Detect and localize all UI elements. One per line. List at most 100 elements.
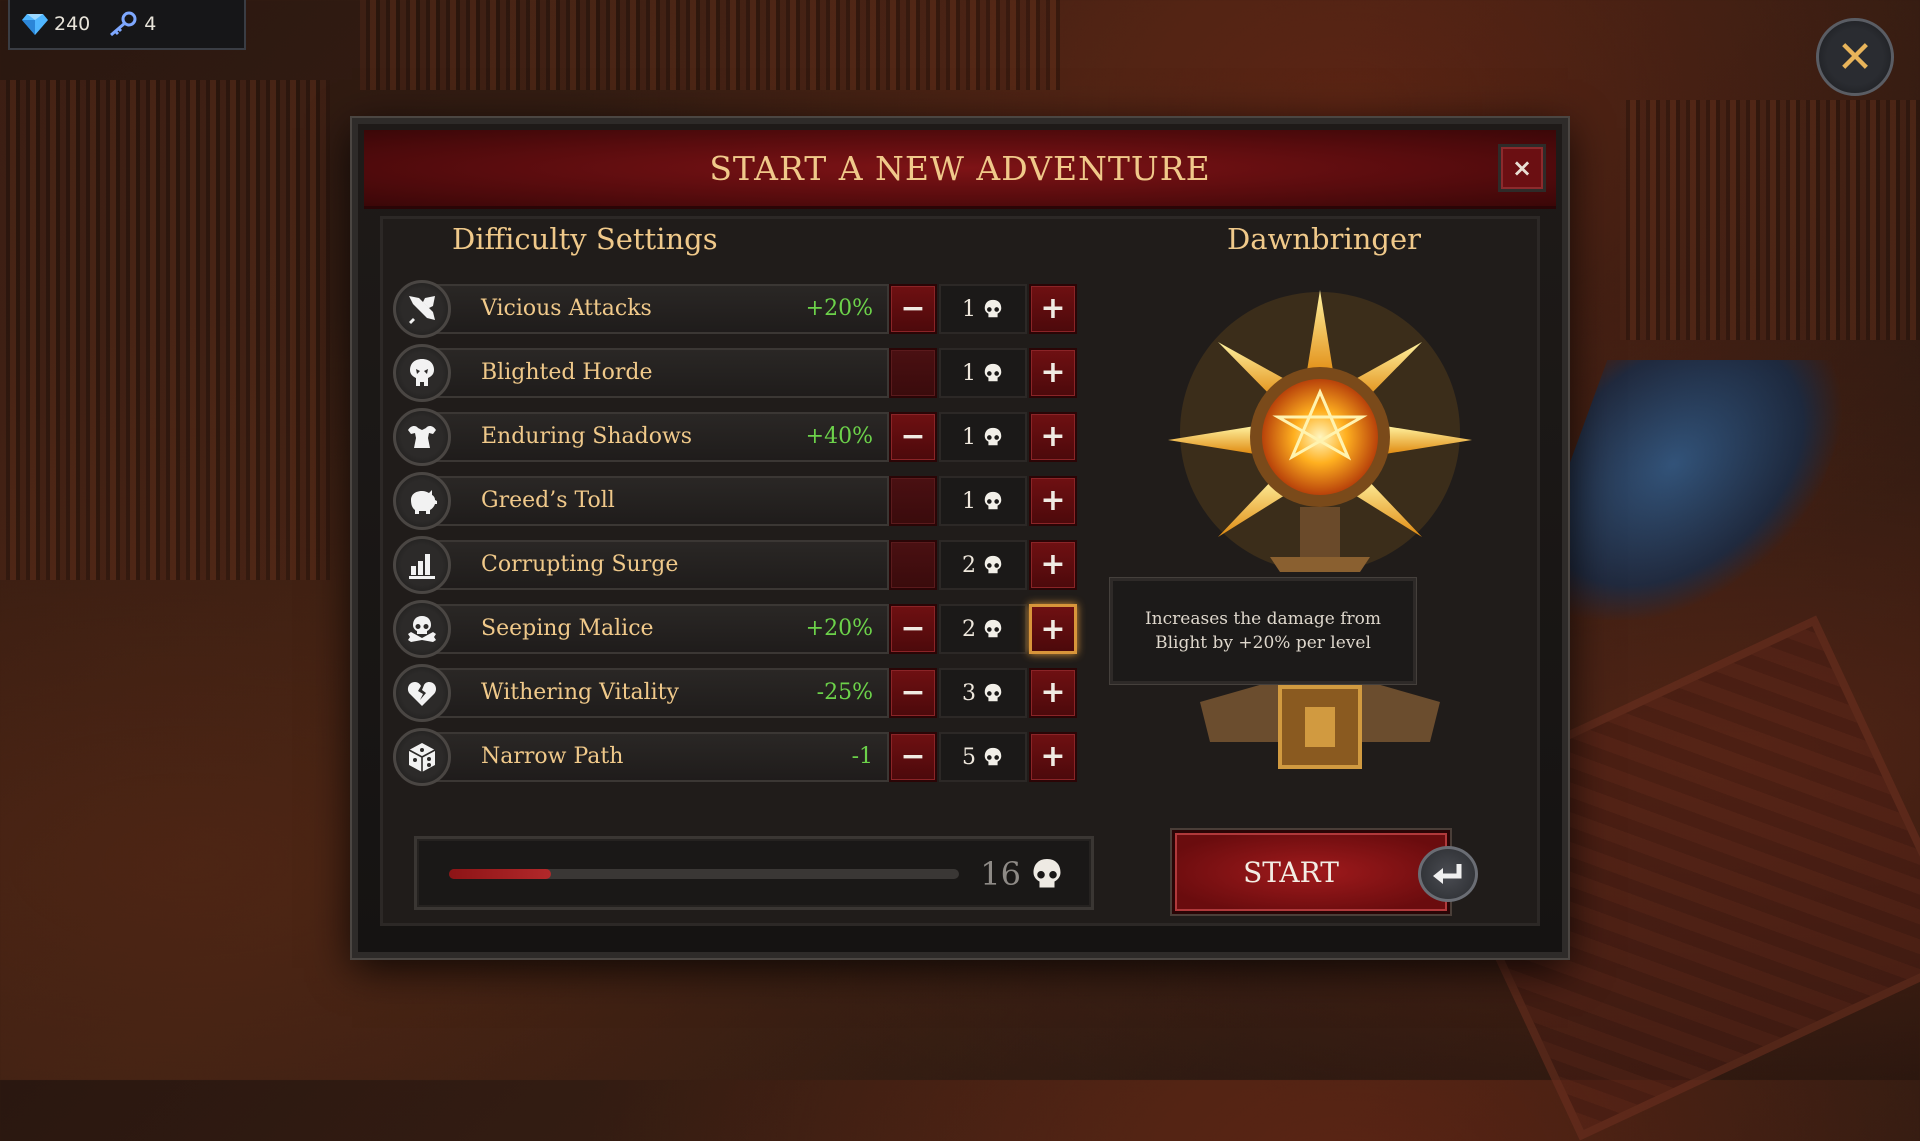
setting-value — [773, 344, 873, 402]
level-display: 2 — [939, 540, 1027, 590]
bookshelf-right — [1620, 100, 1920, 340]
setting-value: +20% — [805, 296, 873, 321]
level-display: 1 — [939, 284, 1027, 334]
level-display: 3 — [939, 668, 1027, 718]
skull-icon — [984, 747, 1002, 766]
close-icon: × — [1511, 154, 1533, 182]
skull-icon — [984, 299, 1002, 318]
dice-icon — [393, 728, 451, 786]
gem-icon — [22, 14, 48, 35]
setting-value: -1 — [851, 744, 873, 769]
level-number: 5 — [962, 744, 976, 770]
increase-button[interactable]: + — [1029, 604, 1077, 654]
setting-label: Vicious Attacks — [481, 296, 652, 321]
skull-icon — [1033, 859, 1061, 888]
increase-button[interactable]: + — [1029, 540, 1077, 590]
decrease-button[interactable]: − — [889, 668, 937, 718]
level-display: 2 — [939, 604, 1027, 654]
decrease-button[interactable]: − — [889, 284, 937, 334]
key-count: 4 — [144, 13, 157, 35]
setting-value — [773, 472, 873, 530]
bookshelf-top — [360, 0, 1060, 90]
increase-button[interactable]: + — [1029, 412, 1077, 462]
difficulty-progress-bar — [449, 869, 959, 879]
level-number: 1 — [962, 296, 976, 322]
effect-tooltip: Increases the damage from Blight by +20%… — [1110, 578, 1416, 684]
level-number: 3 — [962, 680, 976, 706]
difficulty-total-panel: 16 — [414, 836, 1094, 910]
bookshelf-left — [0, 80, 330, 580]
start-button[interactable]: START — [1172, 830, 1450, 914]
bar-chart-icon — [393, 536, 451, 594]
setting-label: Blighted Horde — [481, 360, 653, 385]
skull-icon — [984, 619, 1002, 638]
level-number: 1 — [962, 360, 976, 386]
gem-count: 240 — [54, 13, 91, 35]
total-number: 16 — [980, 855, 1021, 893]
return-arrow-icon — [1433, 864, 1462, 884]
setting-label: Narrow Path — [481, 744, 624, 769]
setting-value: -25% — [816, 680, 873, 705]
difficulty-row-vicious-attacks: Vicious Attacks +20% − 1 + — [393, 280, 1093, 338]
muscle-torso-icon — [393, 408, 451, 466]
skull-mask-icon — [393, 344, 451, 402]
difficulty-row-withering-vitality: Withering Vitality -25% − 3 + — [393, 664, 1093, 722]
start-label: START — [1243, 855, 1339, 889]
increase-button[interactable]: + — [1029, 348, 1077, 398]
setting-value: +40% — [805, 424, 873, 449]
artifact-title: Dawnbringer — [1227, 222, 1422, 256]
decrease-button[interactable] — [889, 348, 937, 398]
level-display: 1 — [939, 476, 1027, 526]
increase-button[interactable]: + — [1029, 732, 1077, 782]
skull-icon — [984, 683, 1002, 702]
tooltip-text: Increases the damage from Blight by +20%… — [1144, 609, 1382, 653]
difficulty-row-seeping-malice: Seeping Malice +20% − 2 + — [393, 600, 1093, 658]
difficulty-row-corrupting-surge: Corrupting Surge 2 + — [393, 536, 1093, 594]
difficulty-progress-fill — [449, 869, 551, 879]
skull-icon — [984, 491, 1002, 510]
setting-label: Greed’s Toll — [481, 488, 615, 513]
difficulty-row-greeds-toll: Greed’s Toll 1 + — [393, 472, 1093, 530]
crossed-swords-icon — [393, 280, 451, 338]
level-display: 1 — [939, 348, 1027, 398]
difficulty-row-blighted-horde: Blighted Horde 1 + — [393, 344, 1093, 402]
decrease-button[interactable] — [889, 476, 937, 526]
skull-icon — [984, 555, 1002, 574]
dialog-close-button[interactable]: × — [1498, 144, 1546, 192]
gem-counter: 240 — [22, 13, 90, 35]
decrease-button[interactable]: − — [889, 412, 937, 462]
level-display: 5 — [939, 732, 1027, 782]
dawnbringer-artifact-icon — [1168, 290, 1472, 769]
dialog-title: START A NEW ADVENTURE — [709, 148, 1211, 188]
setting-label: Enduring Shadows — [481, 424, 693, 449]
key-counter: 4 — [108, 11, 156, 37]
decrease-button[interactable]: − — [889, 604, 937, 654]
difficulty-settings-title: Difficulty Settings — [452, 222, 718, 256]
decrease-button[interactable] — [889, 540, 937, 590]
decrease-button[interactable]: − — [889, 732, 937, 782]
setting-value — [773, 536, 873, 594]
dialog-title-bar: START A NEW ADVENTURE × — [364, 130, 1556, 209]
setting-value: +20% — [805, 616, 873, 641]
increase-button[interactable]: + — [1029, 284, 1077, 334]
difficulty-row-narrow-path: Narrow Path -1 − 5 + — [393, 728, 1093, 786]
difficulty-row-enduring-shadows: Enduring Shadows +40% − 1 + — [393, 408, 1093, 466]
exit-button[interactable]: ✕ — [1816, 18, 1894, 96]
skull-crossbones-icon — [393, 600, 451, 658]
level-number: 2 — [962, 616, 976, 642]
skull-icon — [984, 363, 1002, 382]
key-icon — [110, 11, 137, 37]
setting-label: Corrupting Surge — [481, 552, 679, 577]
increase-button[interactable]: + — [1029, 668, 1077, 718]
enter-key-icon — [1418, 846, 1478, 902]
level-display: 1 — [939, 412, 1027, 462]
setting-label: Withering Vitality — [481, 680, 679, 705]
level-number: 1 — [962, 488, 976, 514]
close-icon: ✕ — [1836, 31, 1874, 83]
skull-icon — [984, 427, 1002, 446]
level-number: 2 — [962, 552, 976, 578]
increase-button[interactable]: + — [1029, 476, 1077, 526]
broken-heart-icon — [393, 664, 451, 722]
piggy-bank-icon — [393, 472, 451, 530]
level-number: 1 — [962, 424, 976, 450]
